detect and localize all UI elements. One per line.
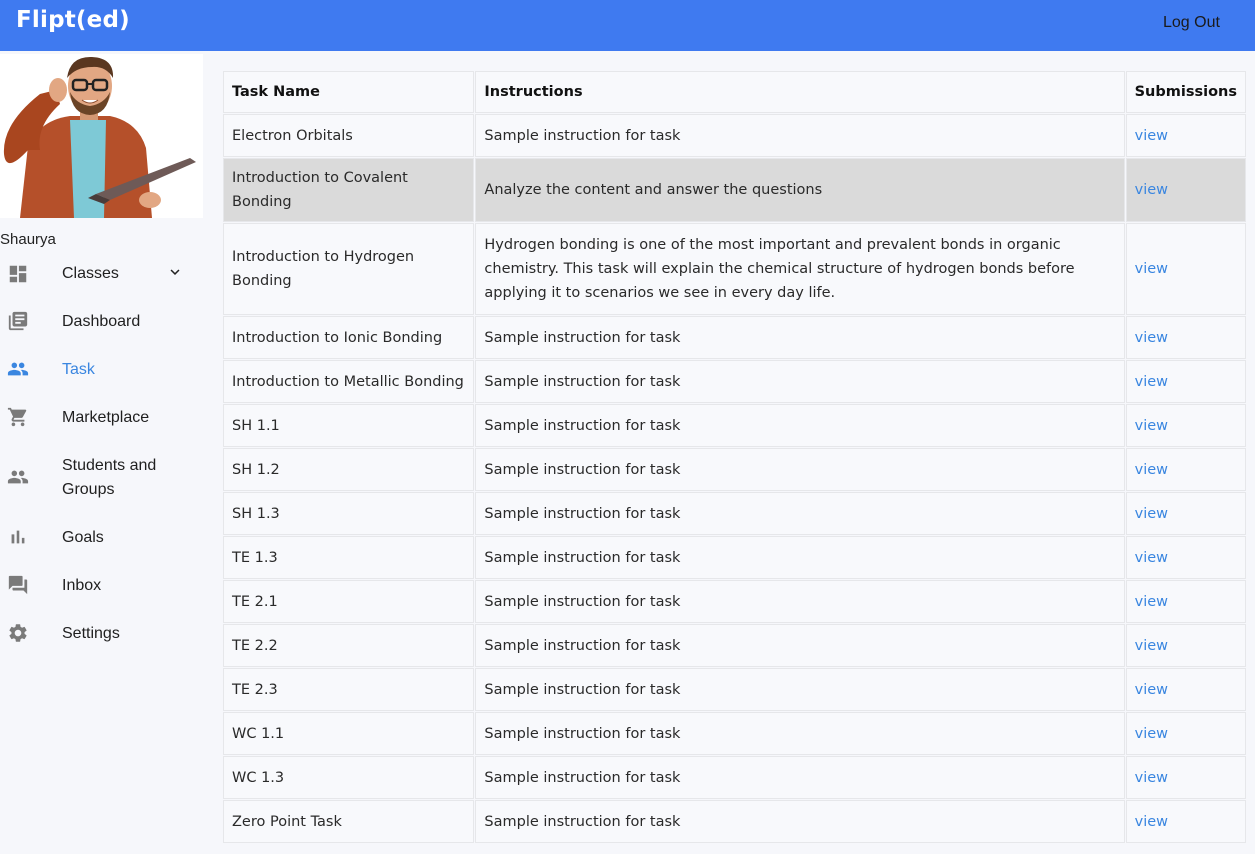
- sidebar-item-label: Dashboard: [62, 313, 141, 330]
- table-row[interactable]: Introduction to Ionic Bonding Sample ins…: [222, 316, 1247, 359]
- view-submissions-link[interactable]: view: [1135, 418, 1168, 434]
- task-name-cell: TE 2.3: [222, 668, 475, 711]
- instructions-cell: Sample instruction for task: [475, 800, 1125, 843]
- instructions-cell: Sample instruction for task: [475, 668, 1125, 711]
- view-submissions-link[interactable]: view: [1135, 814, 1168, 830]
- task-name-cell: Introduction to Hydrogen Bonding: [222, 223, 475, 315]
- table-header-row: Task Name Instructions Submissions: [222, 71, 1247, 113]
- instructions-cell: Sample instruction for task: [475, 404, 1125, 447]
- sidebar-item-label: Task: [62, 361, 95, 378]
- instructions-cell: Sample instruction for task: [475, 756, 1125, 799]
- task-name-cell: SH 1.1: [222, 404, 475, 447]
- sidebar: Shaurya Classes Dashboard Task Marketpla…: [0, 51, 203, 854]
- sidebar-item-dashboard[interactable]: Dashboard: [0, 301, 203, 341]
- view-submissions-link[interactable]: view: [1135, 128, 1168, 144]
- people-icon: [7, 470, 29, 484]
- task-name-cell: TE 2.1: [222, 580, 475, 623]
- view-submissions-link[interactable]: view: [1135, 374, 1168, 390]
- sidebar-item-label: Settings: [62, 625, 120, 642]
- task-table: Task Name Instructions Submissions Elect…: [221, 69, 1248, 845]
- task-name-cell: Introduction to Covalent Bonding: [222, 158, 475, 222]
- sidebar-item-label: Goals: [62, 529, 104, 546]
- instructions-cell: Sample instruction for task: [475, 360, 1125, 403]
- view-submissions-link[interactable]: view: [1135, 330, 1168, 346]
- instructions-cell: Sample instruction for task: [475, 536, 1125, 579]
- header-instructions: Instructions: [475, 71, 1125, 113]
- user-name: Shaurya: [0, 231, 56, 248]
- sidebar-item-goals[interactable]: Goals: [0, 517, 203, 557]
- task-name-cell: SH 1.2: [222, 448, 475, 491]
- table-row[interactable]: TE 1.3 Sample instruction for task view: [222, 536, 1247, 579]
- task-name-cell: Introduction to Metallic Bonding: [222, 360, 475, 403]
- instructions-cell: Sample instruction for task: [475, 316, 1125, 359]
- gear-icon: [9, 624, 27, 642]
- instructions-cell: Sample instruction for task: [475, 624, 1125, 667]
- sidebar-item-classes[interactable]: Classes: [0, 253, 203, 293]
- sidebar-item-label: Inbox: [62, 577, 102, 594]
- top-app-bar: Flipt(ed) Log Out: [0, 0, 1255, 51]
- table-row[interactable]: TE 2.1 Sample instruction for task view: [222, 580, 1247, 623]
- view-submissions-link[interactable]: view: [1135, 682, 1168, 698]
- task-name-cell: TE 1.3: [222, 536, 475, 579]
- chevron-down-icon[interactable]: [166, 263, 184, 281]
- bar-chart-icon: [11, 530, 25, 544]
- sidebar-item-inbox[interactable]: Inbox: [0, 565, 203, 605]
- sidebar-item-label: Marketplace: [62, 409, 150, 426]
- task-name-cell: Electron Orbitals: [222, 114, 475, 157]
- view-submissions-link[interactable]: view: [1135, 594, 1168, 610]
- table-row[interactable]: SH 1.2 Sample instruction for task view: [222, 448, 1247, 491]
- avatar: [0, 54, 203, 218]
- task-name-cell: WC 1.1: [222, 712, 475, 755]
- instructions-cell: Sample instruction for task: [475, 580, 1125, 623]
- shopping-cart-icon: [7, 407, 27, 427]
- table-row[interactable]: Zero Point Task Sample instruction for t…: [222, 800, 1247, 843]
- profile-photo: [0, 54, 203, 218]
- table-row[interactable]: TE 2.3 Sample instruction for task view: [222, 668, 1247, 711]
- instructions-cell: Hydrogen bonding is one of the most impo…: [475, 223, 1125, 315]
- table-row[interactable]: Electron Orbitals Sample instruction for…: [222, 114, 1247, 157]
- table-row[interactable]: Introduction to Hydrogen Bonding Hydroge…: [222, 223, 1247, 315]
- table-row[interactable]: SH 1.1 Sample instruction for task view: [222, 404, 1247, 447]
- view-submissions-link[interactable]: view: [1135, 506, 1168, 522]
- instructions-cell: Sample instruction for task: [475, 712, 1125, 755]
- header-submissions: Submissions: [1125, 71, 1247, 113]
- view-submissions-link[interactable]: view: [1135, 638, 1168, 654]
- app-logo[interactable]: Flipt(ed): [16, 7, 130, 33]
- view-submissions-link[interactable]: view: [1135, 261, 1168, 277]
- table-row[interactable]: TE 2.2 Sample instruction for task view: [222, 624, 1247, 667]
- table-row[interactable]: WC 1.1 Sample instruction for task view: [222, 712, 1247, 755]
- forum-icon: [8, 575, 28, 595]
- table-row[interactable]: Introduction to Metallic Bonding Sample …: [222, 360, 1247, 403]
- main-content: Task Name Instructions Submissions Elect…: [221, 69, 1248, 845]
- sidebar-item-students-and-groups[interactable]: Students and Groups: [0, 445, 203, 509]
- instructions-cell: Analyze the content and answer the quest…: [475, 158, 1125, 222]
- view-submissions-link[interactable]: view: [1135, 770, 1168, 786]
- sidebar-item-label: Classes: [62, 265, 119, 282]
- header-task-name: Task Name: [222, 71, 475, 113]
- instructions-cell: Sample instruction for task: [475, 492, 1125, 535]
- sidebar-item-task[interactable]: Task: [0, 349, 203, 389]
- view-submissions-link[interactable]: view: [1135, 182, 1168, 198]
- table-row[interactable]: Introduction to Covalent Bonding Analyze…: [222, 158, 1247, 222]
- task-name-cell: Introduction to Ionic Bonding: [222, 316, 475, 359]
- task-name-cell: TE 2.2: [222, 624, 475, 667]
- task-name-cell: SH 1.3: [222, 492, 475, 535]
- logout-button[interactable]: Log Out: [1163, 14, 1220, 32]
- view-submissions-link[interactable]: view: [1135, 726, 1168, 742]
- people-icon: [7, 362, 29, 376]
- library-books-icon: [8, 311, 28, 331]
- instructions-cell: Sample instruction for task: [475, 448, 1125, 491]
- table-row[interactable]: WC 1.3 Sample instruction for task view: [222, 756, 1247, 799]
- sidebar-item-settings[interactable]: Settings: [0, 613, 203, 653]
- sidebar-item-marketplace[interactable]: Marketplace: [0, 397, 203, 437]
- task-name-cell: WC 1.3: [222, 756, 475, 799]
- instructions-cell: Sample instruction for task: [475, 114, 1125, 157]
- view-submissions-link[interactable]: view: [1135, 462, 1168, 478]
- dashboard-grid-icon: [9, 265, 27, 283]
- sidebar-item-label: Students and Groups: [62, 457, 157, 498]
- view-submissions-link[interactable]: view: [1135, 550, 1168, 566]
- table-row[interactable]: SH 1.3 Sample instruction for task view: [222, 492, 1247, 535]
- task-name-cell: Zero Point Task: [222, 800, 475, 843]
